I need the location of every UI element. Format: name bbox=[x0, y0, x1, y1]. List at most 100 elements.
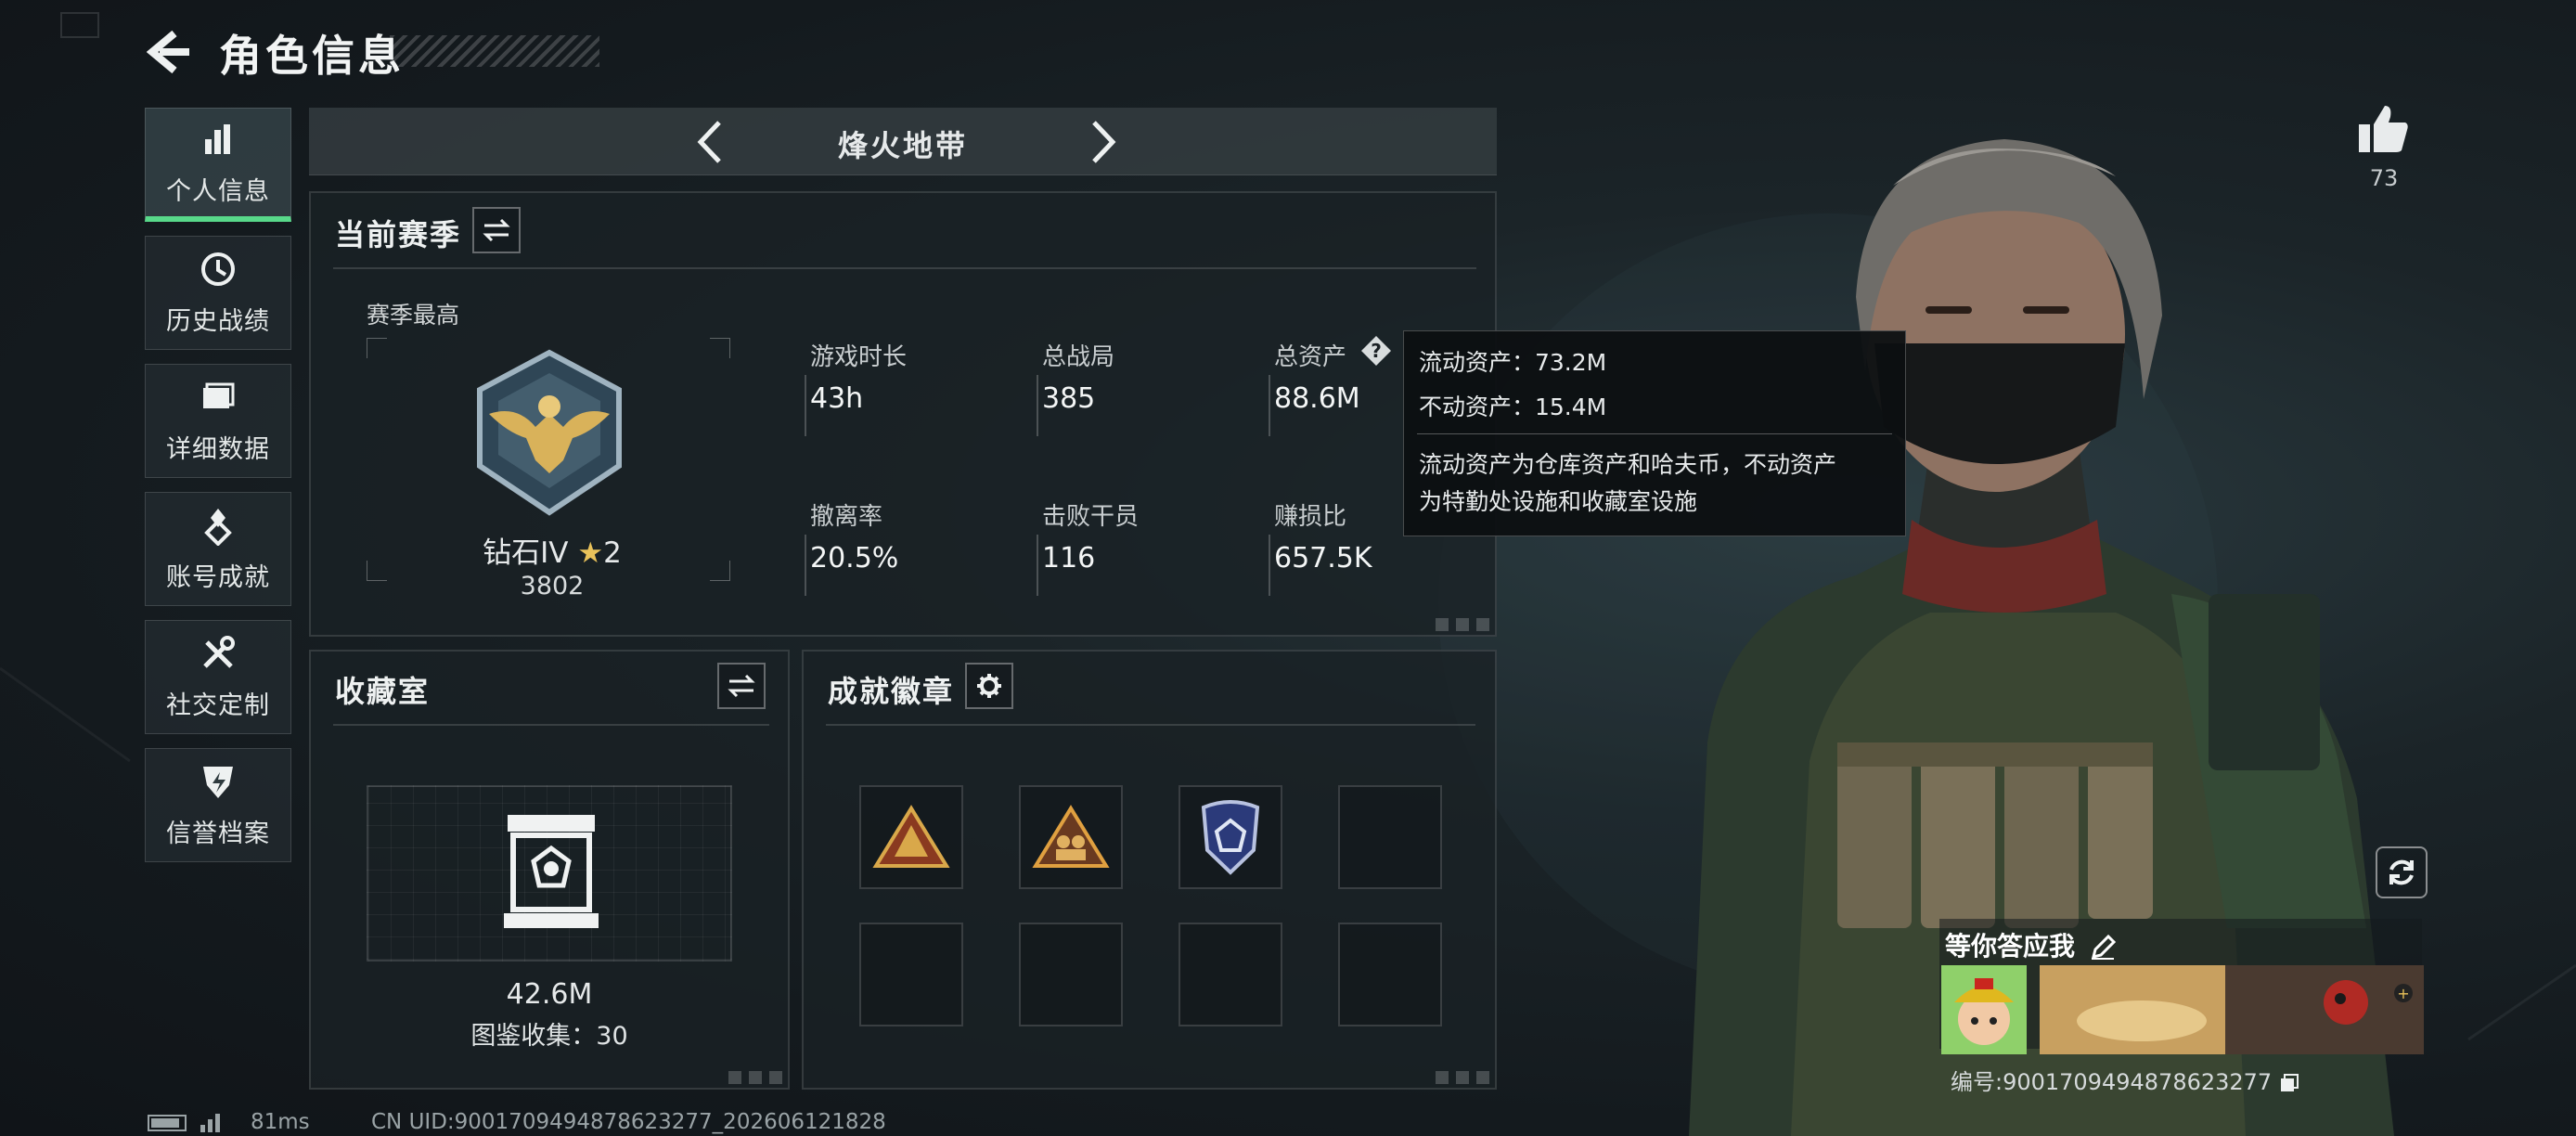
sidebar-item-social-custom[interactable]: 社交定制 bbox=[145, 620, 291, 734]
stat-divider bbox=[805, 375, 806, 436]
stat-divider bbox=[1037, 535, 1038, 596]
rank-score: 3802 bbox=[520, 572, 585, 600]
rotate-view-button[interactable] bbox=[2376, 846, 2428, 898]
display-case-icon bbox=[504, 815, 599, 928]
stat-label: 总资产 bbox=[1274, 343, 1347, 371]
badge-slot-empty[interactable] bbox=[1019, 923, 1123, 1026]
swap-icon bbox=[483, 218, 510, 242]
season-title: 当前赛季 bbox=[335, 217, 462, 252]
stat-value: 43h bbox=[810, 382, 864, 415]
stat-value: 657.5K bbox=[1274, 542, 1372, 574]
stat-value: 20.5% bbox=[810, 542, 899, 574]
bar-chart-icon bbox=[205, 123, 230, 154]
badge-slot[interactable] bbox=[1179, 785, 1282, 889]
title-stripe-decoration bbox=[390, 35, 599, 67]
gear-icon bbox=[977, 674, 1001, 698]
medal-icon bbox=[204, 509, 232, 546]
tooltip-liquid-assets: 流动资产：73.2M bbox=[1419, 349, 1607, 376]
divider bbox=[826, 724, 1475, 726]
badge-slot-empty[interactable] bbox=[1338, 785, 1442, 889]
like-count: 73 bbox=[2369, 165, 2399, 191]
sidebar-item-achievements[interactable]: 账号成就 bbox=[145, 492, 291, 606]
badges-title: 成就徽章 bbox=[828, 674, 955, 709]
sidebar-item-label: 详细数据 bbox=[166, 435, 270, 464]
corner-decoration bbox=[728, 1071, 784, 1084]
card-uid: 编号:9001709494878623277 bbox=[1951, 1064, 2299, 1096]
page-title: 角色信息 bbox=[219, 31, 405, 81]
question-diamond-icon: ? bbox=[1361, 336, 1391, 366]
rank-emblem-icon bbox=[477, 349, 622, 516]
back-arrow-icon[interactable] bbox=[147, 28, 193, 76]
corner-decoration bbox=[1436, 1071, 1491, 1084]
stat-value: 116 bbox=[1042, 542, 1096, 574]
chevron-right-icon[interactable] bbox=[1079, 117, 1126, 167]
stat-divider bbox=[805, 535, 806, 596]
sidebar-item-credit-record[interactable]: 信誉档案 bbox=[145, 748, 291, 862]
collection-title: 收藏室 bbox=[335, 674, 431, 709]
sidebar-item-label: 个人信息 bbox=[166, 176, 270, 206]
collection-preview[interactable] bbox=[367, 785, 732, 962]
refresh-icon bbox=[2389, 859, 2414, 885]
sidebar-item-label: 历史战绩 bbox=[166, 307, 270, 336]
card-name-text: 等你答应我 bbox=[1945, 931, 2076, 962]
card-name: 等你答应我 bbox=[1945, 926, 2116, 963]
card-uid-text: 编号:9001709494878623277 bbox=[1951, 1069, 2273, 1095]
collection-switch-button[interactable] bbox=[717, 663, 766, 709]
shield-icon bbox=[203, 767, 233, 798]
rank-title: 钻石IV ★2 bbox=[450, 529, 654, 571]
stat-divider bbox=[1269, 375, 1270, 436]
avatar[interactable] bbox=[1941, 965, 2027, 1054]
season-best-label: 赛季最高 bbox=[367, 302, 460, 329]
assets-tooltip: 流动资产：73.2M 不动资产：15.4M 流动资产为仓库资产和哈夫币，不动资产… bbox=[1403, 330, 1906, 536]
svg-text:+: + bbox=[2397, 985, 2409, 1002]
collection-panel: 收藏室 42.6M 图鉴收集：30 bbox=[309, 650, 790, 1090]
stat-divider bbox=[1269, 535, 1270, 596]
rank-stars: 2 bbox=[603, 536, 622, 570]
rank-name: 钻石IV bbox=[483, 536, 569, 570]
badges-settings-button[interactable] bbox=[965, 663, 1013, 709]
badge-slot-empty[interactable] bbox=[859, 923, 963, 1026]
stat-label: 击败干员 bbox=[1042, 503, 1140, 531]
tooltip-divider bbox=[1417, 433, 1892, 434]
badges-panel: 成就徽章 bbox=[802, 650, 1497, 1090]
sidebar-item-label: 社交定制 bbox=[166, 691, 270, 720]
tooltip-description-line2: 为特勤处设施和收藏室设施 bbox=[1419, 488, 1698, 515]
thumbs-up-icon[interactable] bbox=[2355, 100, 2411, 156]
sidebar-item-personal-info[interactable]: 个人信息 bbox=[145, 108, 291, 222]
clock-icon bbox=[201, 252, 235, 286]
badge-triangle-soldiers-icon bbox=[1032, 805, 1110, 868]
uid-line: CN UID:9001709494878623277_202606121828 bbox=[371, 1110, 886, 1134]
stat-label: 赚损比 bbox=[1274, 503, 1347, 531]
stat-label: 游戏时长 bbox=[810, 343, 908, 371]
swap-icon bbox=[728, 674, 755, 698]
sidebar-item-detailed-data[interactable]: 详细数据 bbox=[145, 364, 291, 478]
ping-display: 81ms bbox=[251, 1110, 310, 1134]
stat-value: 385 bbox=[1042, 382, 1096, 415]
badge-slot-empty[interactable] bbox=[1338, 923, 1442, 1026]
copy-icon[interactable] bbox=[2279, 1073, 2299, 1093]
badge-slot-empty[interactable] bbox=[1179, 923, 1282, 1026]
edit-icon[interactable] bbox=[2090, 934, 2116, 961]
badge-triangle-gold-icon bbox=[872, 805, 950, 868]
card-banner-image: + bbox=[2040, 965, 2424, 1054]
collection-value: 42.6M bbox=[506, 978, 593, 1011]
sidebar-item-history[interactable]: 历史战绩 bbox=[145, 236, 291, 350]
folder-icon bbox=[203, 382, 235, 408]
tools-icon bbox=[203, 636, 235, 668]
svg-text:?: ? bbox=[1371, 340, 1382, 362]
sidebar-item-label: 信誉档案 bbox=[166, 820, 270, 848]
battery-signal-icon bbox=[148, 1114, 220, 1132]
stat-divider bbox=[1037, 375, 1038, 436]
badge-slot[interactable] bbox=[1019, 785, 1123, 889]
mode-selector: 烽火地带 bbox=[309, 108, 1497, 175]
season-switch-button[interactable] bbox=[472, 207, 521, 253]
badge-slot[interactable] bbox=[859, 785, 963, 889]
tooltip-fixed-assets: 不动资产：15.4M bbox=[1419, 394, 1607, 420]
collection-catalog: 图鉴收集：30 bbox=[470, 1022, 628, 1051]
season-panel: 当前赛季 赛季最高 钻石IV ★2 3802 游戏时长 43h 总战局 385 … bbox=[309, 191, 1497, 637]
divider bbox=[333, 724, 769, 726]
stat-value: 88.6M bbox=[1274, 382, 1360, 415]
corner-decoration bbox=[1436, 618, 1491, 631]
help-icon[interactable]: ? bbox=[1359, 334, 1393, 368]
tooltip-description-line1: 流动资产为仓库资产和哈夫币，不动资产 bbox=[1419, 451, 1837, 478]
